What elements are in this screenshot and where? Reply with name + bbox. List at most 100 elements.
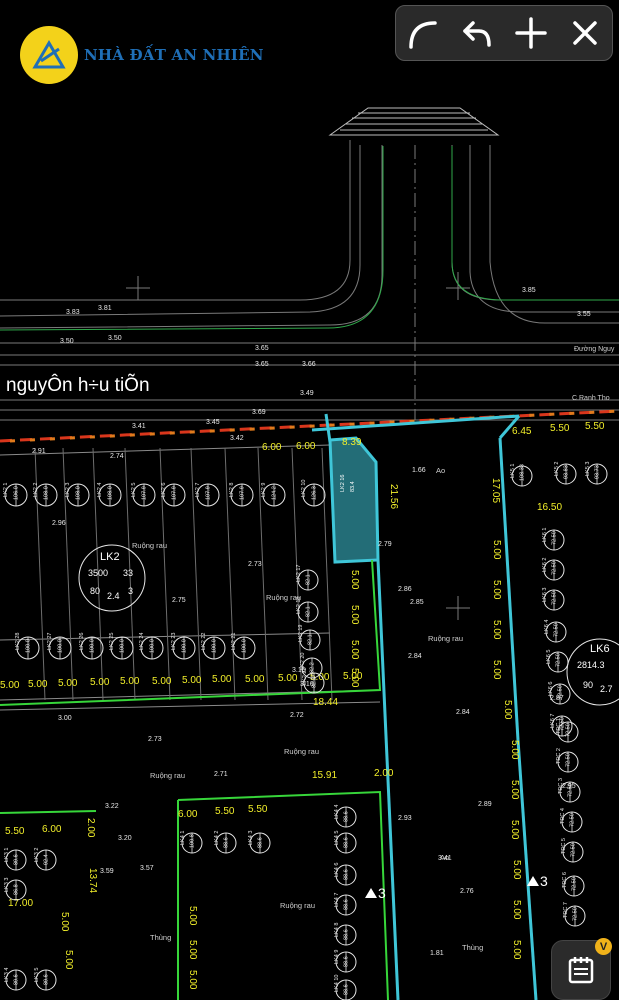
dimension-label: 5.00 [182, 675, 202, 686]
dimension-label: 5.00 [28, 679, 48, 690]
lot-code: LK4 4 [334, 805, 340, 819]
curve-tool-button[interactable] [400, 10, 446, 56]
lot-code: LK2 28 [15, 633, 21, 650]
block-value: 80 [90, 586, 100, 596]
lot-code: LK4 3 [248, 831, 254, 845]
dimension-label: 6.00 [296, 441, 316, 452]
lot-area: 89.6 [14, 854, 20, 865]
road-elevation: 3.81 [98, 305, 112, 312]
lot-code: LK4 8 [334, 923, 340, 937]
lot-area: 100.0 [150, 639, 156, 653]
block-value: 2.7 [600, 684, 613, 694]
lot-area: 72.50 [554, 623, 560, 637]
lot-area: 107.9 [142, 486, 148, 500]
lot-code: LK2 25 [109, 633, 115, 650]
lot-code: LK2 17 [296, 565, 302, 582]
dimension-label: 5.00 [152, 676, 172, 687]
lot-code: LK6 5 [546, 650, 552, 664]
lot-code: LK4 9 [334, 950, 340, 964]
dimension-label: 13.74 [87, 868, 98, 893]
lot-area: 88.6 [344, 837, 350, 848]
lot-code: LK5 3 [585, 462, 591, 476]
lot-area: 72.50 [558, 685, 564, 699]
dimension-label: 21.56 [388, 484, 399, 509]
add-button[interactable] [508, 10, 554, 56]
elevation-label: 1.66 [412, 467, 426, 474]
lot-area: 82.1 [306, 574, 312, 585]
lot-area: 72.50 [571, 843, 577, 857]
lot-code: LK2 20 [300, 653, 306, 670]
cad-map-canvas[interactable]: 3.83 3.81 3.50 3.50 3.65 3.66 3.65 3.85 3.55 3.49… [0, 0, 619, 1000]
notes-button[interactable]: V [551, 938, 612, 1000]
lot-code: TDC 7 [563, 902, 569, 918]
a-triangle-logo-icon [20, 26, 78, 84]
lot-code: LK3 3 [4, 878, 10, 892]
dimension-label: 17.00 [8, 898, 33, 909]
lot-area: 72.50 [566, 723, 572, 737]
dimension-label: 18.44 [313, 697, 338, 708]
dimension-label: 5.00 [509, 820, 520, 840]
lot-area: 86.8 [14, 884, 20, 895]
dimension-label: 5.50 [550, 423, 570, 434]
road-elevation: 3.65 [255, 345, 269, 352]
road-elevation: 3.55 [577, 311, 591, 318]
lot-area: 88.6 [344, 869, 350, 880]
dimension-label: 5.50 [215, 806, 235, 817]
block-value: 2814.3 [577, 660, 605, 670]
close-button[interactable] [562, 10, 608, 56]
lot-area: 72.50 [556, 653, 562, 667]
lot-area: 72.50 [566, 753, 572, 767]
dimension-label: 5.00 [0, 680, 20, 691]
elevation-label: 2.86 [398, 586, 412, 593]
lot-area: 100.0 [58, 639, 64, 653]
elevation-label: 2.71 [214, 771, 228, 778]
lot-code: TDC 1 [556, 718, 562, 734]
dimension-label: 5.00 [58, 678, 78, 689]
lot-area: 89.6 [14, 974, 20, 985]
lot-area: 72.50 [573, 907, 579, 921]
lot-area: 72.50 [552, 591, 558, 605]
dimension-label: 2.00 [85, 818, 96, 838]
lot-code: LK3 4 [4, 968, 10, 982]
lot-code: LK6 1 [542, 528, 548, 542]
area-label: Ruộng rau [280, 901, 315, 910]
lot-code: LK2 1 [3, 483, 9, 497]
lot-code: LK2 8 [229, 483, 235, 497]
area-label: Thùng [150, 933, 171, 942]
dimension-label: 5.00 [63, 950, 74, 970]
lot-area: 72.50 [568, 783, 574, 797]
lot-area: 108.0 [44, 486, 50, 500]
lot-area: 107.9 [240, 486, 246, 500]
elevation-label: 2.76 [460, 888, 474, 895]
lot-code: LK4 6 [334, 863, 340, 877]
lot-area: 72.50 [572, 877, 578, 891]
lot-area: 100.8 [190, 834, 196, 848]
elevation-label: 3.20 [118, 835, 132, 842]
block-value: 33 [123, 568, 133, 578]
elevation-label: 3.59 [100, 868, 114, 875]
dimension-label: 5.00 [349, 640, 360, 660]
dimension-label: 5.00 [491, 660, 502, 680]
notes-badge: V [595, 938, 612, 955]
lot-code: LK6 3 [542, 588, 548, 602]
lot-code: TDC 2 [556, 748, 562, 764]
dimension-label: 5.00 [491, 540, 502, 560]
undo-button[interactable] [454, 10, 500, 56]
dimension-label: 6.00 [262, 442, 282, 453]
dimension-label: 5.50 [248, 804, 268, 815]
lot-area: 126.3 [312, 486, 318, 500]
lot-code: LK4 7 [334, 893, 340, 907]
road-elevation: 3.66 [302, 361, 316, 368]
lot-code: LK2 6 [161, 483, 167, 497]
road-elevation: 3.65 [255, 361, 269, 368]
dimension-label: 16.50 [537, 502, 562, 513]
elevation-label: 2.85 [410, 599, 424, 606]
dimension-label: 5.00 [187, 970, 198, 990]
close-icon [573, 21, 597, 45]
elevation-label: 2.79 [378, 541, 392, 548]
lot-area: 89.6 [44, 974, 50, 985]
dimension-label: 5.50 [585, 421, 605, 432]
lot-area: 107.9 [206, 486, 212, 500]
lot-code: LK2 27 [47, 633, 53, 650]
brand-name: NHÀ ĐẤT AN NHIÊN [84, 46, 264, 64]
